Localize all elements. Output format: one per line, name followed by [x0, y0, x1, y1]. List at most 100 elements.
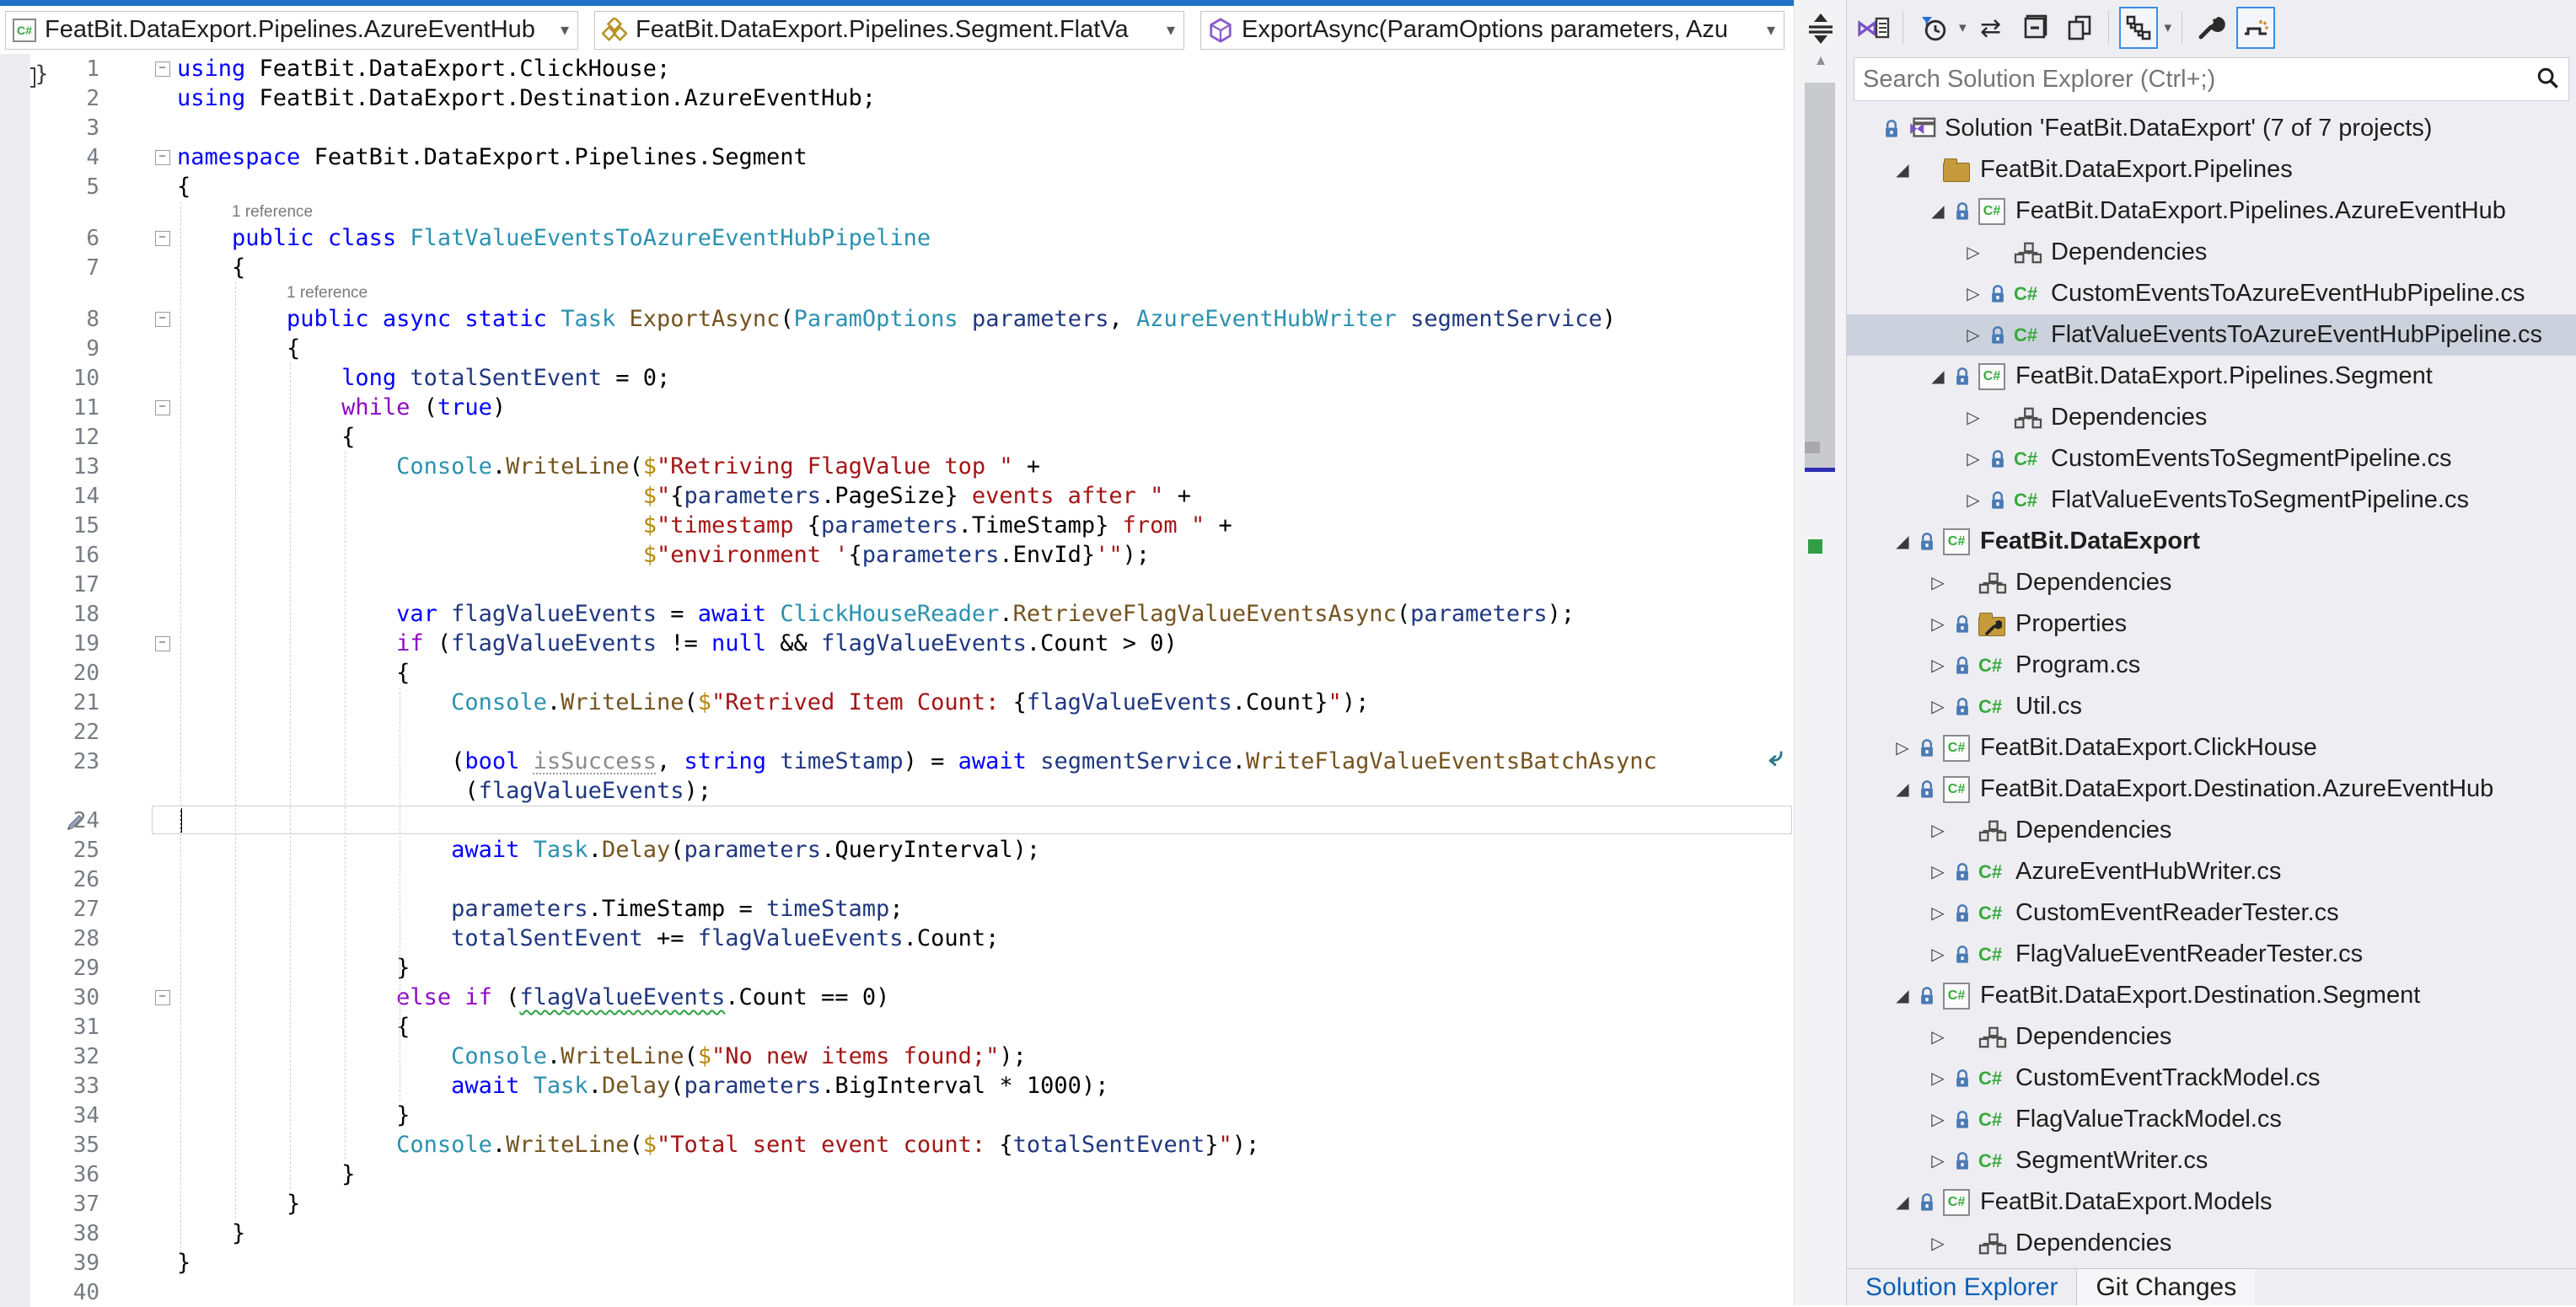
tree-item[interactable]: ▷C#FeatBit.DataExport.ClickHouse: [1847, 727, 2576, 769]
chevron-down-icon[interactable]: ▾: [1959, 19, 1967, 36]
expand-arrow-icon[interactable]: ▷: [1923, 572, 1953, 593]
collapse-all-button[interactable]: [2015, 7, 2054, 49]
breakpoint-margin[interactable]: [0, 113, 30, 142]
code-text[interactable]: {: [173, 172, 1794, 201]
code-editor[interactable]: C# FeatBit.DataExport.Pipelines.AzureEve…: [0, 0, 1794, 1305]
breakpoint-margin[interactable]: [0, 835, 30, 865]
tree-item[interactable]: ▷C#CustomEventReaderTester.cs: [1847, 892, 2576, 934]
code-line[interactable]: 28 totalSentEvent += flagValueEvents.Cou…: [0, 924, 1794, 953]
breakpoint-margin[interactable]: [0, 282, 30, 304]
tree-item[interactable]: Solution 'FeatBit.DataExport' (7 of 7 pr…: [1847, 108, 2576, 149]
code-line[interactable]: 37 }: [0, 1189, 1794, 1219]
code-line[interactable]: 10 long totalSentEvent = 0;: [0, 363, 1794, 393]
tree-item[interactable]: ▷C#FlagValueTrackModel.cs: [1847, 1099, 2576, 1140]
breakpoint-margin[interactable]: [0, 806, 30, 835]
expand-arrow-icon[interactable]: ▷: [1887, 737, 1918, 758]
expand-arrow-icon[interactable]: ▷: [1923, 820, 1953, 841]
tree-item[interactable]: ▷Dependencies: [1847, 397, 2576, 438]
code-text[interactable]: 1 reference: [173, 282, 1794, 304]
code-text[interactable]: (flagValueEvents);: [173, 776, 1794, 806]
tree-item[interactable]: ◢C#FeatBit.DataExport.Destination.AzureE…: [1847, 769, 2576, 810]
breakpoint-margin[interactable]: [0, 422, 30, 452]
breakpoint-margin[interactable]: [0, 304, 30, 334]
split-window-handle[interactable]: [1803, 8, 1838, 49]
code-text[interactable]: await Task.Delay(parameters.BigInterval …: [173, 1071, 1794, 1101]
codelens-reference[interactable]: 1 reference: [0, 282, 1794, 304]
code-text[interactable]: Console.WriteLine($"Retrived Item Count:…: [173, 688, 1794, 717]
code-text[interactable]: }: [173, 953, 1794, 983]
code-line[interactable]: 27 parameters.TimeStamp = timeStamp;: [0, 894, 1794, 924]
tree-item[interactable]: ◢C#FeatBit.DataExport.Destination.Segmen…: [1847, 975, 2576, 1016]
breakpoint-margin[interactable]: [0, 953, 30, 983]
tree-item[interactable]: ▷Dependencies: [1847, 1223, 2576, 1264]
code-text[interactable]: else if (flagValueEvents.Count == 0): [173, 983, 1794, 1012]
properties-button[interactable]: [2192, 7, 2231, 49]
code-text[interactable]: await Task.Delay(parameters.QueryInterva…: [173, 835, 1794, 865]
code-line[interactable]: 2using FeatBit.DataExport.Destination.Az…: [0, 83, 1794, 113]
code-line[interactable]: 19− if (flagValueEvents != null && flagV…: [0, 629, 1794, 658]
code-text[interactable]: {: [173, 1012, 1794, 1042]
breakpoint-margin[interactable]: [0, 201, 30, 223]
breakpoint-margin[interactable]: [0, 1219, 30, 1248]
breakpoint-margin[interactable]: [0, 1130, 30, 1160]
code-text[interactable]: {: [173, 253, 1794, 282]
scrollbar-track[interactable]: [1805, 78, 1835, 1305]
code-line[interactable]: 34 }: [0, 1101, 1794, 1130]
breakpoint-margin[interactable]: [0, 1101, 30, 1130]
code-line[interactable]: 13 Console.WriteLine($"Retriving FlagVal…: [0, 452, 1794, 481]
breakpoint-margin[interactable]: [0, 924, 30, 953]
collapse-arrow-icon[interactable]: ◢: [1923, 366, 1953, 387]
code-text[interactable]: }: [173, 1160, 1794, 1189]
code-text[interactable]: $"{parameters.PageSize} events after " +: [173, 481, 1794, 511]
code-line[interactable]: 24: [0, 806, 1794, 835]
code-text[interactable]: namespace FeatBit.DataExport.Pipelines.S…: [173, 142, 1794, 172]
search-input[interactable]: [1863, 66, 2535, 94]
code-line[interactable]: 40: [0, 1278, 1794, 1307]
code-line[interactable]: 26: [0, 865, 1794, 894]
tree-item[interactable]: ▷Dependencies: [1847, 562, 2576, 603]
breakpoint-margin[interactable]: [0, 1160, 30, 1189]
code-line[interactable]: 12 {: [0, 422, 1794, 452]
tree-item[interactable]: ▷Properties: [1847, 603, 2576, 645]
breakpoint-margin[interactable]: [0, 688, 30, 717]
fold-toggle[interactable]: −: [155, 636, 170, 651]
expand-arrow-icon[interactable]: ▷: [1923, 1026, 1953, 1047]
code-text[interactable]: long totalSentEvent = 0;: [173, 363, 1794, 393]
code-line[interactable]: 18 var flagValueEvents = await ClickHous…: [0, 599, 1794, 629]
tree-item[interactable]: ◢FeatBit.DataExport.Pipelines: [1847, 149, 2576, 190]
breakpoint-margin[interactable]: [0, 570, 30, 599]
tree-item[interactable]: ▷C#FlatValueEventsToSegmentPipeline.cs: [1847, 479, 2576, 521]
chevron-down-icon[interactable]: ▾: [2165, 19, 2172, 36]
breakpoint-margin[interactable]: [0, 54, 30, 83]
code-text[interactable]: (bool isSuccess, string timeStamp) = awa…: [173, 747, 1794, 776]
code-line[interactable]: 23 (bool isSuccess, string timeStamp) = …: [0, 747, 1794, 776]
code-line[interactable]: 35 Console.WriteLine($"Total sent event …: [0, 1130, 1794, 1160]
code-line[interactable]: 7 {: [0, 253, 1794, 282]
tree-item[interactable]: ◢C#FeatBit.DataExport: [1847, 521, 2576, 562]
code-line[interactable]: 21 Console.WriteLine($"Retrived Item Cou…: [0, 688, 1794, 717]
member-dropdown[interactable]: ExportAsync(ParamOptions parameters, Azu…: [1200, 11, 1784, 50]
code-line[interactable]: (flagValueEvents);: [0, 776, 1794, 806]
breakpoint-margin[interactable]: [0, 1042, 30, 1071]
breakpoint-margin[interactable]: [0, 142, 30, 172]
code-text[interactable]: if (flagValueEvents != null && flagValue…: [173, 629, 1794, 658]
expand-arrow-icon[interactable]: ▷: [1923, 1233, 1953, 1254]
expand-arrow-icon[interactable]: ▷: [1923, 861, 1953, 882]
code-text[interactable]: while (true): [173, 393, 1794, 422]
code-text[interactable]: public class FlatValueEventsToAzureEvent…: [173, 223, 1794, 253]
breakpoint-margin[interactable]: [0, 334, 30, 363]
tree-item[interactable]: ▷C#SegmentWriter.cs: [1847, 1140, 2576, 1181]
breakpoint-margin[interactable]: [0, 172, 30, 201]
editor-vertical-scrollbar[interactable]: ▲: [1794, 0, 1846, 1305]
breakpoint-margin[interactable]: [0, 1071, 30, 1101]
code-line[interactable]: 14 $"{parameters.PageSize} events after …: [0, 481, 1794, 511]
collapse-arrow-icon[interactable]: ◢: [1887, 779, 1918, 800]
code-text[interactable]: $"timestamp {parameters.TimeStamp} from …: [173, 511, 1794, 540]
code-text[interactable]: {: [173, 658, 1794, 688]
breakpoint-margin[interactable]: [0, 983, 30, 1012]
code-line[interactable]: 11− while (true): [0, 393, 1794, 422]
tree-item[interactable]: ▷Dependencies: [1847, 232, 2576, 273]
code-line[interactable]: 16 $"environment '{parameters.EnvId}'");: [0, 540, 1794, 570]
code-text[interactable]: Console.WriteLine($"Total sent event cou…: [173, 1130, 1794, 1160]
expand-arrow-icon[interactable]: ▷: [1923, 696, 1953, 717]
